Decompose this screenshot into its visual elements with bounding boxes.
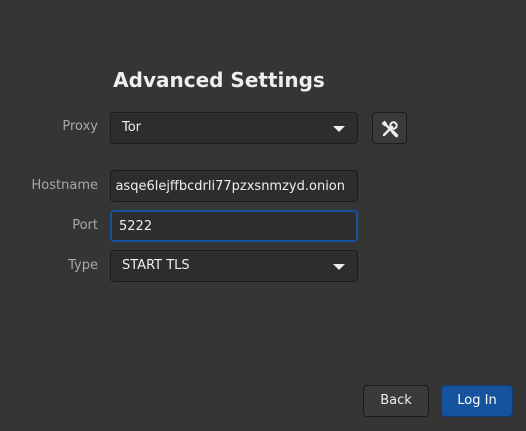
hostname-field-wrapper [110,170,358,202]
proxy-label: Proxy [62,119,98,134]
chevron-down-icon [333,264,345,270]
type-label: Type [68,258,98,273]
port-field[interactable] [111,211,357,241]
proxy-selected-value: Tor [122,120,142,135]
proxy-settings-button[interactable] [372,112,407,144]
back-button[interactable]: Back [363,385,429,417]
chevron-down-icon [333,126,345,132]
proxy-dropdown[interactable]: Tor [110,112,358,144]
tools-icon [381,120,399,138]
hostname-field[interactable] [111,171,357,201]
advanced-settings-title: Advanced Settings [113,68,325,92]
port-field-wrapper [110,210,358,242]
type-selected-value: START TLS [122,258,190,273]
hostname-label: Hostname [31,178,98,193]
login-button[interactable]: Log In [441,385,513,417]
port-label: Port [72,218,98,233]
type-dropdown[interactable]: START TLS [110,250,358,282]
